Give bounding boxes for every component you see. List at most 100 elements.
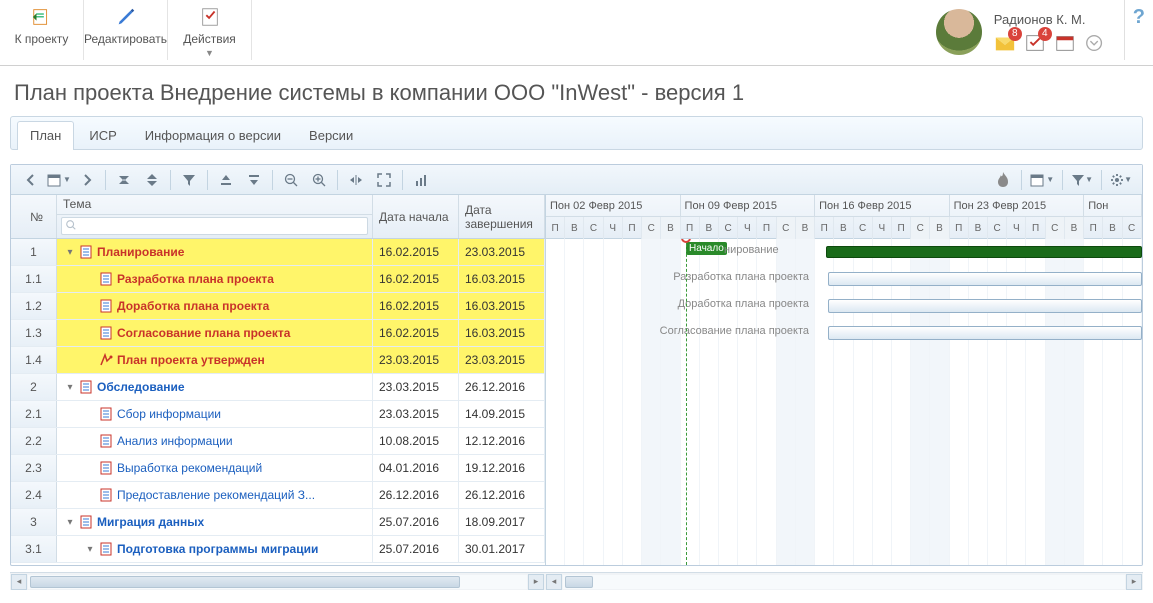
- task-name[interactable]: Миграция данных: [97, 515, 204, 529]
- chevron-down-circle-icon[interactable]: [1084, 33, 1106, 53]
- table-row[interactable]: 3▾Миграция данных25.07.201618.09.2017: [11, 509, 545, 536]
- chart-icon[interactable]: [409, 168, 433, 192]
- toggle-icon[interactable]: ▾: [85, 544, 95, 555]
- btn-actions[interactable]: Действия ▼: [168, 0, 252, 60]
- table-row[interactable]: 2.2Анализ информации10.08.201512.12.2016: [11, 428, 545, 455]
- help-button[interactable]: ?: [1124, 0, 1153, 60]
- day-header: С: [854, 217, 873, 239]
- toggle-icon[interactable]: ▾: [65, 517, 75, 528]
- tab-isr[interactable]: ИСР: [76, 121, 129, 150]
- table-row[interactable]: 3.1▾Подготовка программы миграции25.07.2…: [11, 536, 545, 563]
- end-date: 26.12.2016: [459, 374, 545, 400]
- gear-icon[interactable]: ▼: [1108, 168, 1134, 192]
- btn-to-project[interactable]: К проекту: [0, 0, 84, 60]
- collapse-icon[interactable]: [112, 168, 136, 192]
- start-date: 23.03.2015: [373, 347, 459, 373]
- fit-icon[interactable]: [344, 168, 368, 192]
- chart-h-scroll[interactable]: ◂ ▸: [545, 572, 1143, 590]
- table-row[interactable]: 1.2Доработка плана проекта16.02.201516.0…: [11, 293, 545, 320]
- day-header: В: [796, 217, 815, 239]
- nav-fwd-icon[interactable]: [75, 168, 99, 192]
- task-name[interactable]: План проекта утвержден: [117, 353, 265, 367]
- table-row[interactable]: 1▾Планирование16.02.201523.03.2015: [11, 239, 545, 266]
- day-header: П: [1026, 217, 1045, 239]
- summary-bar[interactable]: [826, 246, 1142, 258]
- tab-plan[interactable]: План: [17, 121, 74, 150]
- task-name[interactable]: Согласование плана проекта: [117, 326, 290, 340]
- tab-version-info[interactable]: Информация о версии: [132, 121, 294, 150]
- task-name[interactable]: Анализ информации: [117, 434, 233, 448]
- filter-down-icon[interactable]: [177, 168, 201, 192]
- day-header: Ч: [1007, 217, 1026, 239]
- tabs: План ИСР Информация о версии Версии: [10, 116, 1143, 150]
- row-num: 3: [11, 509, 57, 535]
- start-date: 10.08.2015: [373, 428, 459, 454]
- date-picker-icon[interactable]: ▼: [1028, 168, 1056, 192]
- avatar[interactable]: [936, 9, 982, 55]
- fullscreen-icon[interactable]: [372, 168, 396, 192]
- grid-h-scroll[interactable]: ◂ ▸: [10, 572, 545, 590]
- task-bar[interactable]: [828, 326, 1142, 340]
- task-icon: [99, 272, 113, 286]
- col-theme[interactable]: Тема: [57, 195, 373, 238]
- move-down-icon[interactable]: [242, 168, 266, 192]
- col-start[interactable]: Дата начала: [373, 195, 459, 238]
- task-bar[interactable]: [828, 272, 1142, 286]
- calendar-goto-icon[interactable]: ▼: [47, 168, 71, 192]
- table-row[interactable]: 2.4Предоставление рекомендаций З...26.12…: [11, 482, 545, 509]
- start-marker: Начало: [686, 242, 727, 255]
- flame-icon[interactable]: [991, 168, 1015, 192]
- table-row[interactable]: 1.3Согласование плана проекта16.02.20151…: [11, 320, 545, 347]
- search-input[interactable]: [61, 217, 368, 235]
- task-icon: [99, 434, 113, 448]
- table-row[interactable]: 1.4План проекта утвержден23.03.201523.03…: [11, 347, 545, 374]
- end-date: 23.03.2015: [459, 239, 545, 265]
- user-name: Радионов К. М.: [994, 12, 1086, 27]
- start-date: 16.02.2015: [373, 320, 459, 346]
- row-num: 2.4: [11, 482, 57, 508]
- task-name[interactable]: Разработка плана проекта: [117, 272, 274, 286]
- tab-versions[interactable]: Версии: [296, 121, 366, 150]
- col-end[interactable]: Дата завершения: [459, 195, 545, 238]
- day-header: Ч: [738, 217, 757, 239]
- mail-icon[interactable]: 8: [994, 33, 1016, 53]
- row-num: 1: [11, 239, 57, 265]
- task-name[interactable]: Выработка рекомендаций: [117, 461, 262, 475]
- nav-back-icon[interactable]: [19, 168, 43, 192]
- project-icon: [31, 6, 53, 28]
- calendar-icon[interactable]: [1054, 33, 1076, 53]
- gantt-row: Согласование плана проекта: [546, 320, 1142, 347]
- task-bar[interactable]: [828, 299, 1142, 313]
- zoom-in-icon[interactable]: [307, 168, 331, 192]
- toggle-icon[interactable]: ▾: [65, 247, 75, 258]
- day-header: С: [777, 217, 796, 239]
- task-icon: [79, 245, 93, 259]
- gantt-row: [546, 509, 1142, 536]
- zoom-out-icon[interactable]: [279, 168, 303, 192]
- task-name[interactable]: Обследование: [97, 380, 185, 394]
- col-num[interactable]: №: [11, 195, 57, 238]
- task-name[interactable]: Планирование: [97, 245, 184, 259]
- table-row[interactable]: 2▾Обследование23.03.201526.12.2016: [11, 374, 545, 401]
- end-date: 18.09.2017: [459, 509, 545, 535]
- task-name[interactable]: Предоставление рекомендаций З...: [117, 488, 315, 502]
- day-header: П: [892, 217, 911, 239]
- task-name[interactable]: Сбор информации: [117, 407, 221, 421]
- filter-icon[interactable]: ▼: [1069, 168, 1095, 192]
- btn-edit[interactable]: Редактировать: [84, 0, 168, 60]
- pencil-icon: [115, 6, 137, 28]
- table-row[interactable]: 2.3Выработка рекомендаций04.01.201619.12…: [11, 455, 545, 482]
- row-num: 2.2: [11, 428, 57, 454]
- task-notif-icon[interactable]: 4: [1024, 33, 1046, 53]
- table-row[interactable]: 1.1Разработка плана проекта16.02.201516.…: [11, 266, 545, 293]
- task-name[interactable]: Подготовка программы миграции: [117, 542, 318, 556]
- task-name[interactable]: Доработка плана проекта: [117, 299, 269, 313]
- move-up-icon[interactable]: [214, 168, 238, 192]
- table-row[interactable]: 2.1Сбор информации23.03.201514.09.2015: [11, 401, 545, 428]
- day-header: П: [815, 217, 834, 239]
- expand-icon[interactable]: [140, 168, 164, 192]
- task-icon: [99, 488, 113, 502]
- toggle-icon[interactable]: ▾: [65, 382, 75, 393]
- day-header: В: [700, 217, 719, 239]
- row-num: 1.4: [11, 347, 57, 373]
